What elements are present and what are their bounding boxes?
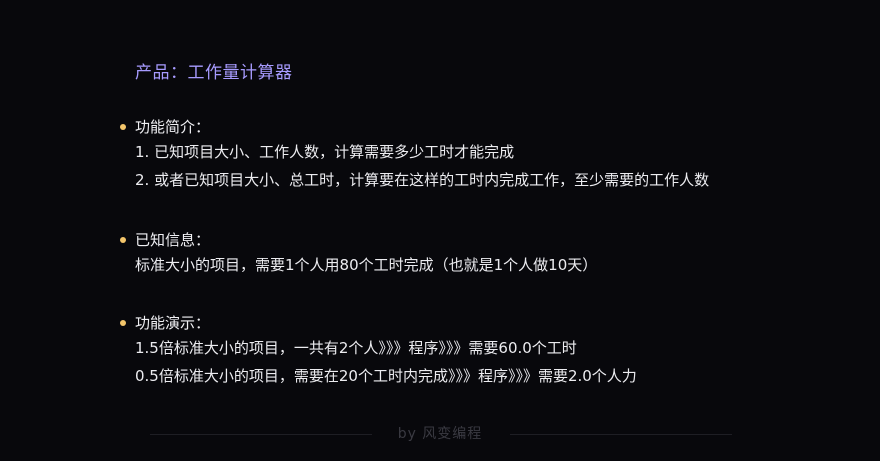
section-heading-text: 功能简介： bbox=[135, 118, 211, 136]
section-heading: 功能简介： bbox=[120, 116, 709, 138]
section-heading: 功能演示： bbox=[120, 312, 637, 334]
list-item: 标准大小的项目，需要1个人用80个工时完成（也就是1个人做10天） bbox=[135, 256, 598, 274]
bullet-icon bbox=[120, 237, 126, 243]
footer: by 风变编程 bbox=[0, 424, 880, 444]
list-item: 1.5倍标准大小的项目，一共有2个人》》》程序》》》需要60.0个工时 bbox=[135, 339, 577, 357]
section-heading-text: 已知信息： bbox=[135, 231, 211, 249]
slide: 产品：工作量计算器 功能简介： 1. 已知项目大小、工作人数，计算需要多少工时才… bbox=[0, 0, 880, 461]
list-item: 2. 或者已知项目大小、总工时，计算要在这样的工时内完成工作，至少需要的工作人数 bbox=[135, 171, 710, 189]
section-feature-intro: 功能简介： 1. 已知项目大小、工作人数，计算需要多少工时才能完成 2. 或者已… bbox=[120, 116, 709, 194]
list-item: 0.5倍标准大小的项目，需要在20个工时内完成》》》程序》》》需要2.0个人力 bbox=[135, 367, 637, 385]
list-item: 1. 已知项目大小、工作人数，计算需要多少工时才能完成 bbox=[135, 143, 515, 161]
section-demo: 功能演示： 1.5倍标准大小的项目，一共有2个人》》》程序》》》需要60.0个工… bbox=[120, 312, 637, 390]
section-heading-text: 功能演示： bbox=[135, 314, 211, 332]
bullet-icon bbox=[120, 124, 126, 130]
section-known-info: 已知信息： 标准大小的项目，需要1个人用80个工时完成（也就是1个人做10天） bbox=[120, 229, 597, 279]
section-heading: 已知信息： bbox=[120, 229, 597, 251]
page-title: 产品：工作量计算器 bbox=[135, 63, 293, 83]
bullet-icon bbox=[120, 320, 126, 326]
footer-watermark: by 风变编程 bbox=[397, 426, 483, 442]
